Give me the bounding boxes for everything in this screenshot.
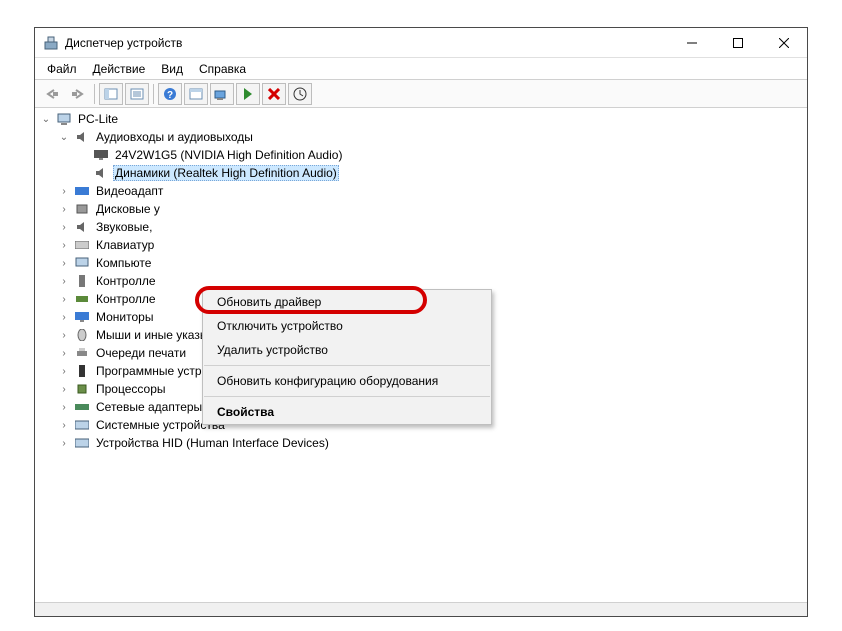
computer-icon bbox=[56, 111, 72, 127]
menu-file[interactable]: Файл bbox=[39, 60, 85, 78]
tree-category[interactable]: › Контролле bbox=[39, 272, 807, 290]
titlebar: Диспетчер устройств bbox=[35, 28, 807, 58]
chevron-right-icon[interactable]: › bbox=[57, 292, 71, 306]
ctx-properties[interactable]: Свойства bbox=[203, 400, 491, 424]
controller-icon bbox=[74, 291, 90, 307]
monitor-icon bbox=[74, 309, 90, 325]
chevron-right-icon[interactable]: › bbox=[57, 220, 71, 234]
cpu-icon bbox=[74, 381, 90, 397]
tree-device-selected[interactable]: Динамики (Realtek High Definition Audio) bbox=[39, 164, 807, 182]
window-title: Диспетчер устройств bbox=[65, 36, 669, 50]
close-button[interactable] bbox=[761, 28, 807, 58]
ctx-disable-device[interactable]: Отключить устройство bbox=[203, 314, 491, 338]
tree-label: Контролле bbox=[94, 291, 158, 307]
toolbar: ? bbox=[35, 80, 807, 108]
minimize-button[interactable] bbox=[669, 28, 715, 58]
computer-icon bbox=[74, 255, 90, 271]
network-adapter-icon bbox=[74, 399, 90, 415]
tree-label: Клавиатур bbox=[94, 237, 156, 253]
tree-category-audio[interactable]: ⌄ Аудиовходы и аудиовыходы bbox=[39, 128, 807, 146]
tree-label: Звуковые, bbox=[94, 219, 154, 235]
disk-icon bbox=[74, 201, 90, 217]
chevron-right-icon[interactable]: › bbox=[57, 436, 71, 450]
device-tree-pane: ⌄ PC-Lite ⌄ Аудиовходы и аудиовыходы 24V… bbox=[35, 108, 807, 602]
menubar: Файл Действие Вид Справка bbox=[35, 58, 807, 80]
system-device-icon bbox=[74, 417, 90, 433]
tree-label: Устройства HID (Human Interface Devices) bbox=[94, 435, 331, 451]
chevron-right-icon[interactable]: › bbox=[57, 310, 71, 324]
tree-category[interactable]: › Клавиатур bbox=[39, 236, 807, 254]
toolbar-help-button[interactable]: ? bbox=[158, 83, 182, 105]
statusbar bbox=[35, 602, 807, 616]
menu-view[interactable]: Вид bbox=[153, 60, 191, 78]
tree-category[interactable]: › Устройства HID (Human Interface Devices… bbox=[39, 434, 807, 452]
svg-text:?: ? bbox=[167, 90, 173, 101]
toolbar-enable-button[interactable] bbox=[236, 83, 260, 105]
toolbar-show-hide-button[interactable] bbox=[99, 83, 123, 105]
ctx-scan-hardware[interactable]: Обновить конфигурацию оборудования bbox=[203, 369, 491, 393]
tree-label: Мониторы bbox=[94, 309, 155, 325]
chevron-right-icon[interactable]: › bbox=[57, 364, 71, 378]
chevron-right-icon[interactable]: › bbox=[57, 418, 71, 432]
chevron-right-icon[interactable]: › bbox=[57, 238, 71, 252]
software-device-icon bbox=[74, 363, 90, 379]
chevron-right-icon[interactable]: › bbox=[57, 328, 71, 342]
tree-label: Видеоадапт bbox=[94, 183, 165, 199]
ctx-uninstall-device[interactable]: Удалить устройство bbox=[203, 338, 491, 362]
toolbar-scan-button[interactable] bbox=[210, 83, 234, 105]
chevron-right-icon[interactable]: › bbox=[57, 274, 71, 288]
chevron-right-icon[interactable]: › bbox=[57, 382, 71, 396]
speaker-icon bbox=[74, 219, 90, 235]
chevron-right-icon[interactable]: › bbox=[57, 256, 71, 270]
tree-label: Контролле bbox=[94, 273, 158, 289]
mouse-icon bbox=[74, 327, 90, 343]
tree-label: Очереди печати bbox=[94, 345, 188, 361]
app-icon bbox=[43, 35, 59, 51]
menu-action[interactable]: Действие bbox=[85, 60, 154, 78]
tree-label: Компьюте bbox=[94, 255, 153, 271]
tree-category[interactable]: › Видеоадапт bbox=[39, 182, 807, 200]
chevron-right-icon[interactable]: › bbox=[57, 400, 71, 414]
context-menu: Обновить драйвер Отключить устройство Уд… bbox=[202, 289, 492, 425]
toolbar-uninstall-button[interactable] bbox=[262, 83, 286, 105]
tree-label: PC-Lite bbox=[76, 111, 120, 127]
ctx-update-driver[interactable]: Обновить драйвер bbox=[203, 290, 491, 314]
display-adapter-icon bbox=[74, 183, 90, 199]
tree-root[interactable]: ⌄ PC-Lite bbox=[39, 110, 807, 128]
monitor-icon bbox=[93, 147, 109, 163]
tree-label: Дисковые у bbox=[94, 201, 162, 217]
toolbar-separator bbox=[153, 84, 154, 104]
hid-icon bbox=[74, 435, 90, 451]
tree-category[interactable]: › Дисковые у bbox=[39, 200, 807, 218]
tree-label: 24V2W1G5 (NVIDIA High Definition Audio) bbox=[113, 147, 344, 163]
speaker-icon bbox=[93, 165, 109, 181]
tree-label: Аудиовходы и аудиовыходы bbox=[94, 129, 255, 145]
device-manager-window: Диспетчер устройств Файл Действие Вид Сп… bbox=[34, 27, 808, 617]
printer-icon bbox=[74, 345, 90, 361]
tree-device[interactable]: 24V2W1G5 (NVIDIA High Definition Audio) bbox=[39, 146, 807, 164]
controller-icon bbox=[74, 273, 90, 289]
chevron-right-icon[interactable]: › bbox=[57, 346, 71, 360]
tree-label: Сетевые адаптеры bbox=[94, 399, 204, 415]
context-menu-separator bbox=[204, 365, 490, 366]
context-menu-separator bbox=[204, 396, 490, 397]
maximize-button[interactable] bbox=[715, 28, 761, 58]
tree-label: Процессоры bbox=[94, 381, 168, 397]
speaker-icon bbox=[74, 129, 90, 145]
toolbar-separator bbox=[94, 84, 95, 104]
toolbar-forward-button[interactable] bbox=[66, 83, 90, 105]
toolbar-properties-button[interactable] bbox=[125, 83, 149, 105]
chevron-right-icon[interactable]: › bbox=[57, 202, 71, 216]
chevron-down-icon[interactable]: ⌄ bbox=[57, 130, 71, 144]
toolbar-update-driver-button[interactable] bbox=[288, 83, 312, 105]
keyboard-icon bbox=[74, 237, 90, 253]
toolbar-back-button[interactable] bbox=[40, 83, 64, 105]
chevron-right-icon[interactable]: › bbox=[57, 184, 71, 198]
tree-category[interactable]: › Компьюте bbox=[39, 254, 807, 272]
tree-category[interactable]: › Звуковые, bbox=[39, 218, 807, 236]
menu-help[interactable]: Справка bbox=[191, 60, 254, 78]
tree-label: Динамики (Realtek High Definition Audio) bbox=[113, 165, 339, 181]
toolbar-action-button[interactable] bbox=[184, 83, 208, 105]
chevron-down-icon[interactable]: ⌄ bbox=[39, 112, 53, 126]
